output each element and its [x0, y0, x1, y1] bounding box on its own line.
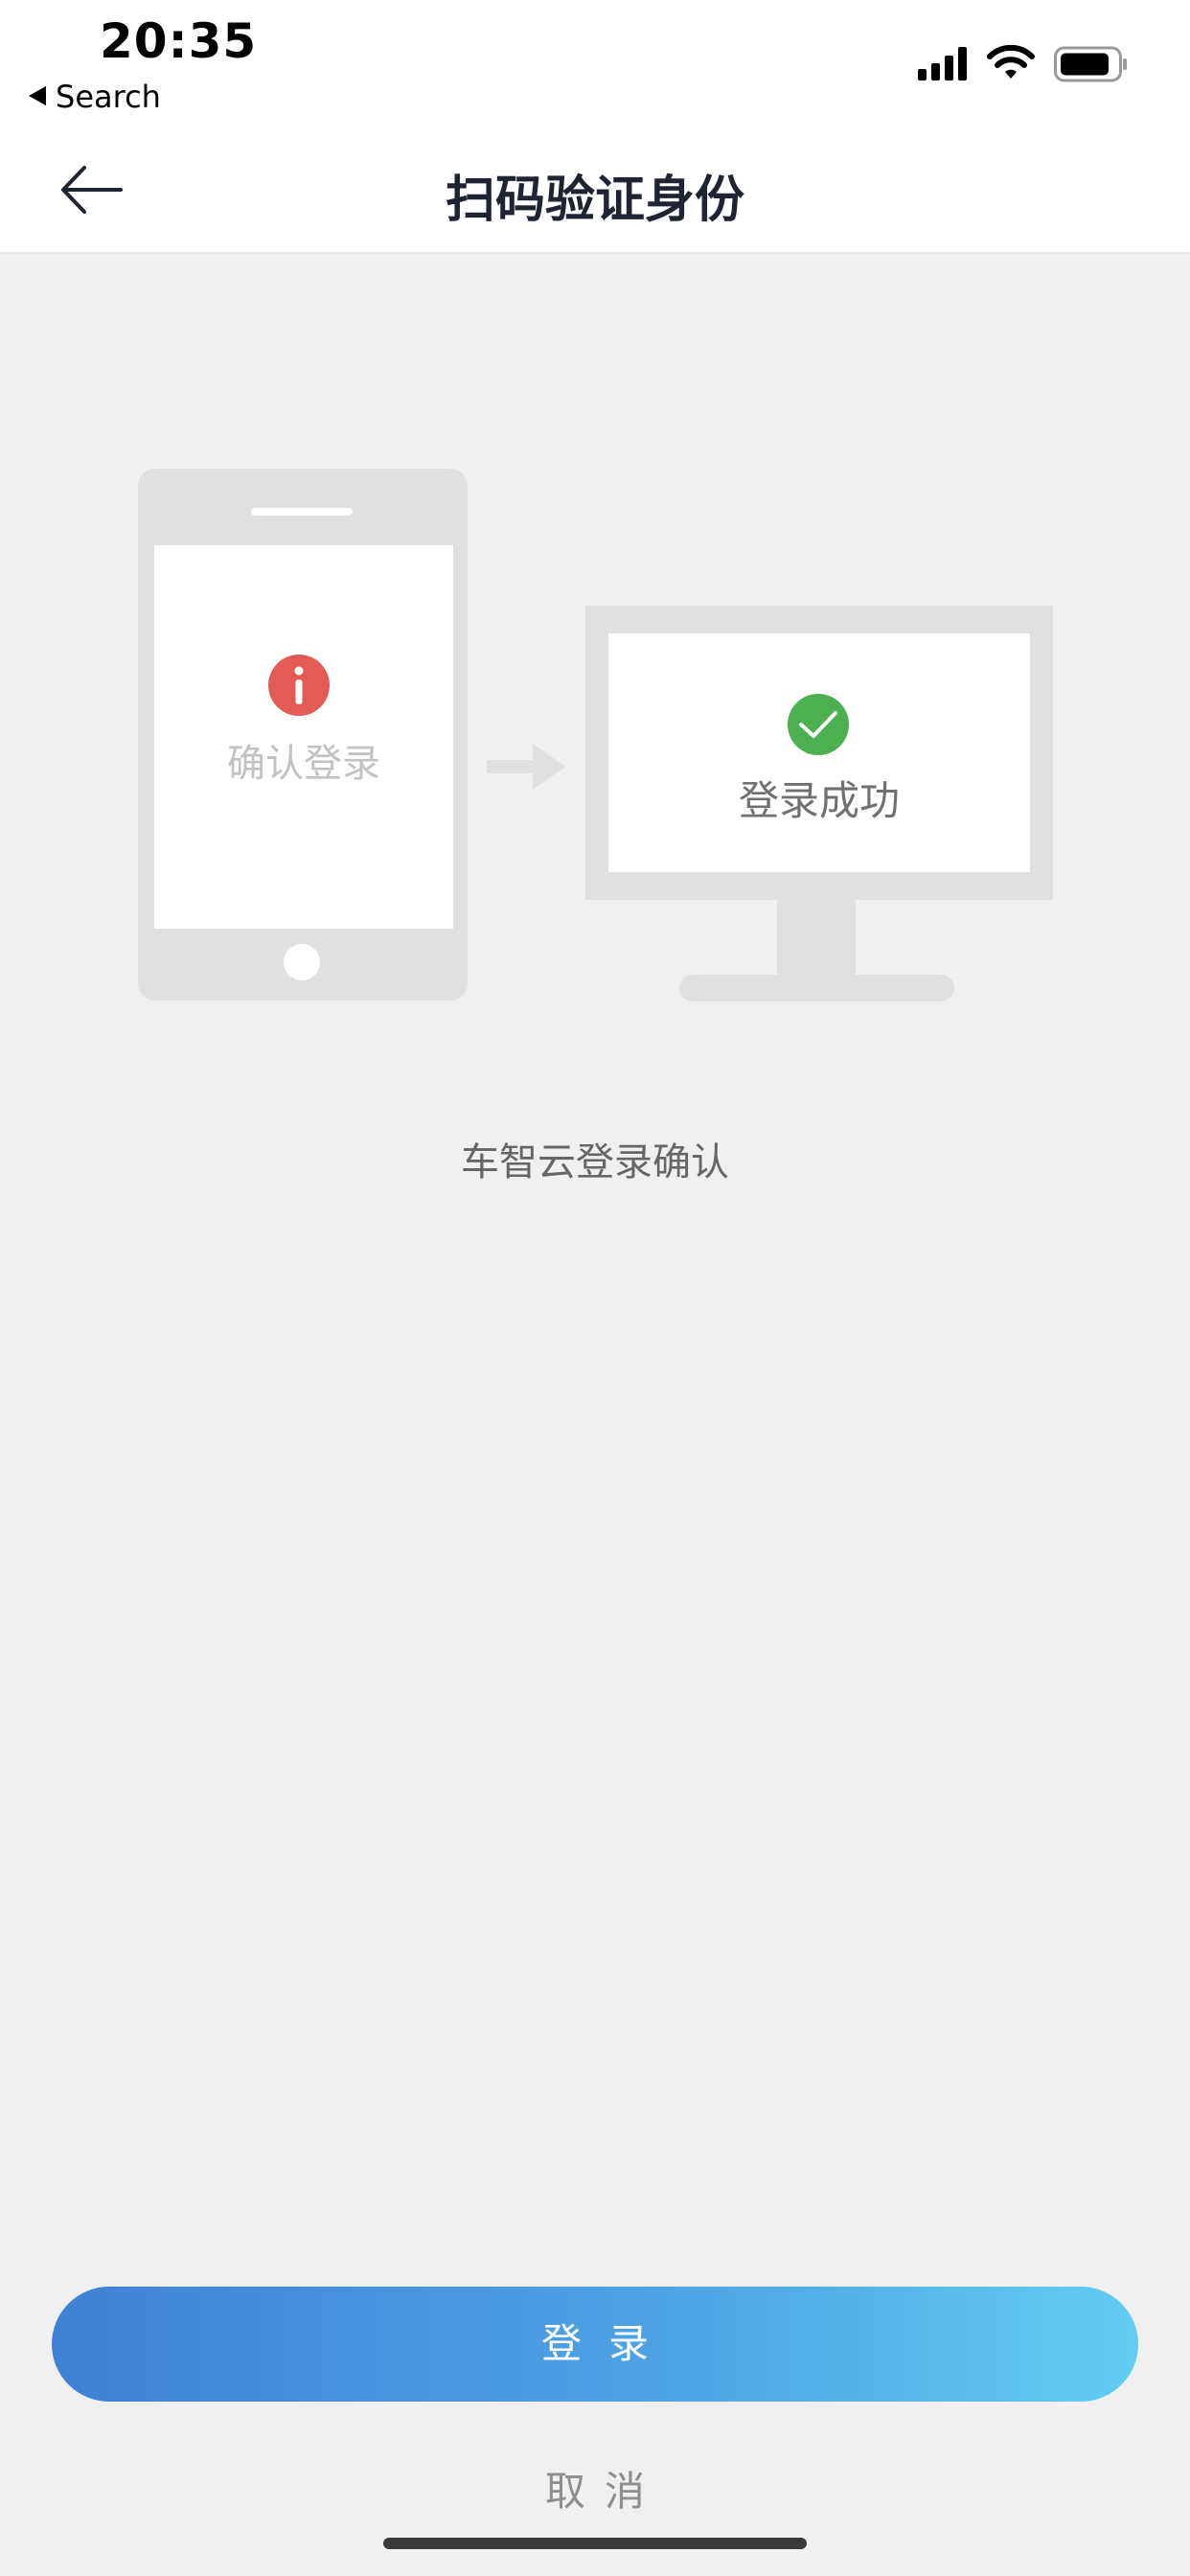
status-back-to-app[interactable]: Search: [29, 79, 161, 115]
top-bar-divider: [0, 252, 1190, 254]
phone-confirm-label: 确认登录: [227, 742, 380, 786]
monitor-stand-base: [679, 975, 954, 1001]
login-button[interactable]: 登录: [52, 2287, 1138, 2402]
status-time: 20:35: [100, 13, 258, 69]
status-back-label: Search: [56, 79, 161, 115]
monitor-success-label: 登录成功: [738, 777, 900, 824]
check-circle-icon: [788, 694, 849, 755]
arrow-right-icon: [487, 744, 565, 790]
page-title: 扫码验证身份: [445, 172, 744, 229]
cellular-signal-icon: [918, 47, 967, 80]
phone-home-button: [284, 944, 320, 980]
cancel-button[interactable]: 取消: [0, 2459, 1190, 2518]
battery-icon: [1054, 46, 1127, 82]
login-confirm-caption: 车智云登录确认: [461, 1140, 729, 1184]
monitor-stand-neck: [777, 900, 856, 977]
info-icon: [268, 655, 330, 716]
phone-speaker: [251, 508, 353, 516]
home-indicator: [383, 2538, 807, 2549]
back-triangle-icon: [29, 86, 46, 105]
wifi-icon: [987, 44, 1035, 79]
